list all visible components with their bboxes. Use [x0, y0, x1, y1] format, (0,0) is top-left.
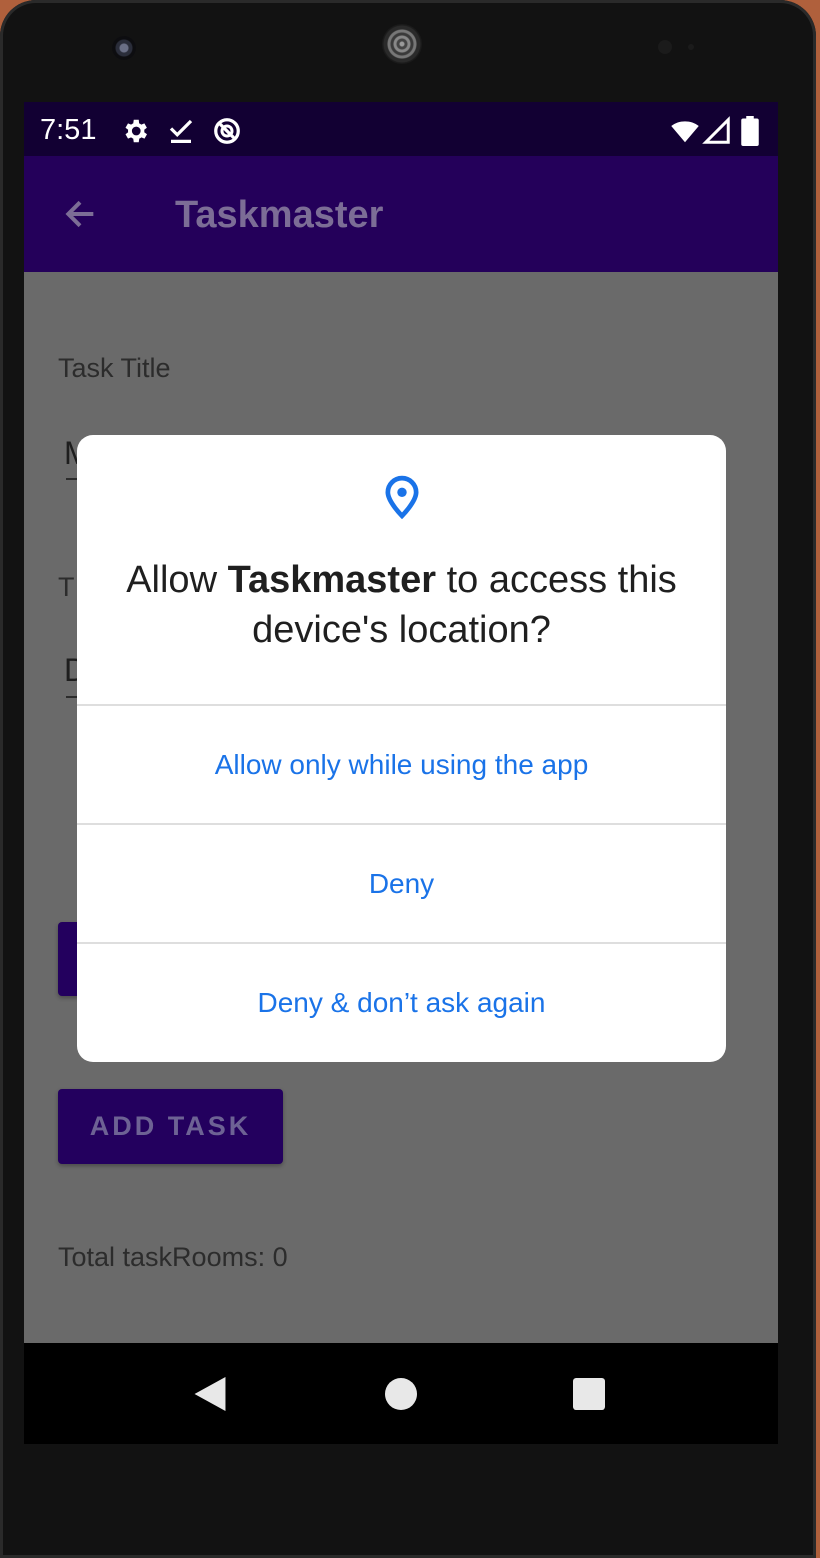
- back-triangle-icon[interactable]: [194, 1377, 226, 1411]
- task-title-label: Task Title: [58, 353, 171, 383]
- proximity-sensor: [658, 40, 672, 54]
- location-pin-icon: [385, 475, 419, 519]
- battery-icon: [741, 116, 759, 146]
- status-time: 7:51: [40, 114, 97, 146]
- front-camera: [112, 36, 136, 60]
- cell-signal-icon: [702, 116, 730, 144]
- download-done-icon: [169, 119, 193, 143]
- total-task-rooms-text: Total taskRooms: 0: [58, 1242, 288, 1272]
- deny-dont-ask-again-button[interactable]: Deny & don’t ask again: [77, 944, 726, 1061]
- allow-while-using-button[interactable]: Allow only while using the app: [77, 706, 726, 823]
- add-task-button[interactable]: ADD TASK: [58, 1089, 283, 1164]
- location-permission-dialog: Allow Taskmaster to access this device's…: [77, 435, 726, 1062]
- earpiece-speaker: [382, 24, 422, 64]
- arrow-back-icon[interactable]: [60, 194, 100, 234]
- status-bar: 7:51: [24, 102, 778, 156]
- deny-button[interactable]: Deny: [77, 825, 726, 942]
- app-title: Taskmaster: [175, 194, 384, 236]
- task-description-label: T: [58, 572, 75, 602]
- app-bar: Taskmaster: [24, 156, 778, 272]
- recents-square-icon[interactable]: [573, 1378, 605, 1410]
- settings-icon: [125, 119, 147, 143]
- wifi-icon: [671, 121, 699, 143]
- light-sensor: [688, 44, 694, 50]
- no-disturb-icon: [214, 118, 240, 144]
- device-frame: 7:51 Taskmaster Task Title T D ADD TASK …: [0, 0, 816, 1558]
- dialog-title-prefix: Allow: [126, 559, 228, 601]
- dialog-title: Allow Taskmaster to access this device's…: [107, 555, 696, 655]
- dialog-title-app-name: Taskmaster: [227, 559, 437, 601]
- system-nav-bar: [24, 1343, 778, 1444]
- home-circle-icon[interactable]: [385, 1378, 417, 1410]
